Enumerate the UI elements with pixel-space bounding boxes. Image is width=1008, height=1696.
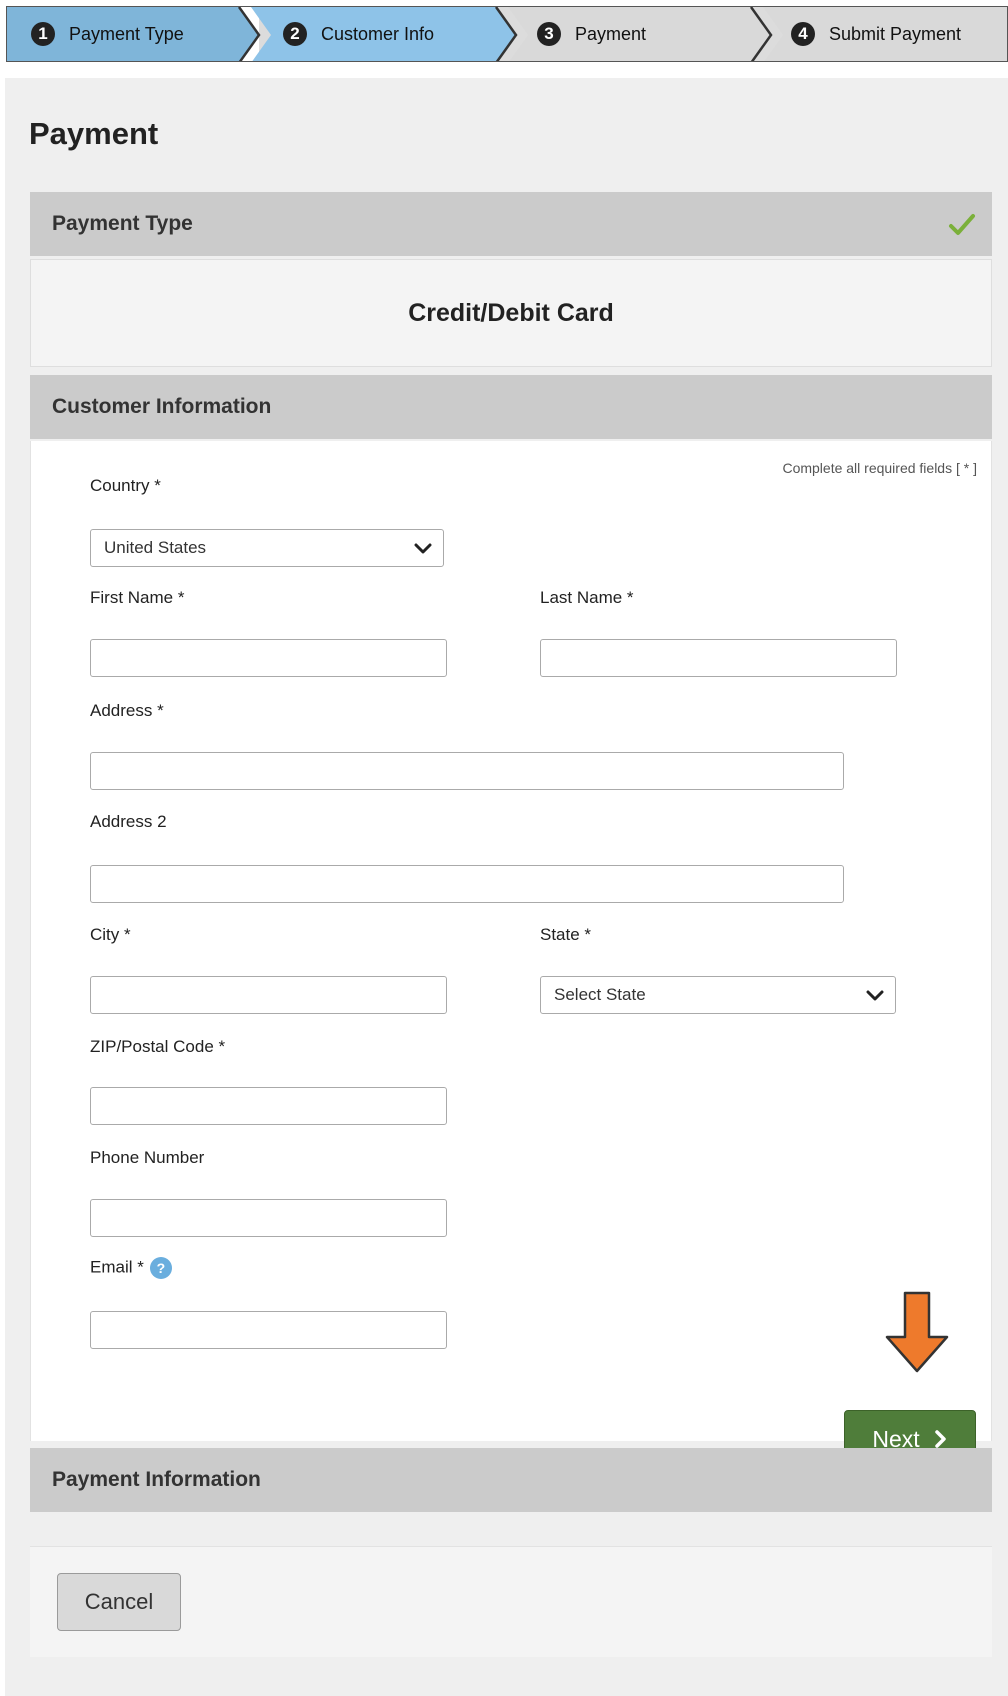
arrow-down-icon — [885, 1291, 949, 1373]
step-payment: 3 Payment — [537, 7, 646, 61]
payment-type-summary: Credit/Debit Card — [30, 259, 992, 367]
cancel-button[interactable]: Cancel — [57, 1573, 181, 1631]
payment-page: Payment Payment Type Credit/Debit Card C… — [5, 78, 1008, 1696]
country-label: Country * — [90, 476, 161, 495]
section-title: Payment Information — [52, 1468, 261, 1491]
state-selected-value: Select State — [554, 985, 646, 1004]
zip-input[interactable] — [90, 1087, 447, 1125]
help-icon[interactable]: ? — [149, 1257, 172, 1279]
phone-input[interactable] — [90, 1199, 447, 1237]
section-title: Payment Type — [52, 212, 193, 235]
step-number: 3 — [537, 22, 561, 46]
country-select[interactable]: United States — [90, 529, 444, 567]
city-input[interactable] — [90, 976, 447, 1014]
step-number: 1 — [31, 22, 55, 46]
state-label: State * — [540, 925, 592, 944]
address-label: Address * — [90, 701, 164, 720]
first-name-label: First Name * — [90, 588, 185, 607]
email-label: Email *? — [90, 1257, 172, 1279]
step-wizard: 1 Payment Type 2 Customer Info 3 Payment… — [6, 6, 1008, 62]
email-input[interactable] — [90, 1311, 447, 1349]
step-label: Customer Info — [321, 23, 435, 44]
step-label: Payment Type — [69, 23, 184, 44]
step-label: Payment — [575, 23, 647, 44]
phone-label: Phone Number — [90, 1148, 205, 1167]
chevron-down-icon — [414, 543, 432, 554]
payment-info-header[interactable]: Payment Information — [30, 1448, 992, 1512]
selected-payment-type: Credit/Debit Card — [408, 298, 614, 327]
address2-input[interactable] — [90, 865, 844, 903]
chevron-down-icon — [866, 990, 884, 1001]
last-name-input[interactable] — [540, 639, 897, 677]
payment-type-header[interactable]: Payment Type — [30, 192, 992, 256]
check-icon — [949, 214, 975, 235]
required-fields-note: Complete all required fields [ * ] — [782, 460, 977, 476]
step-number: 2 — [283, 22, 307, 46]
zip-label: ZIP/Postal Code * — [90, 1037, 226, 1056]
step-number: 4 — [791, 22, 815, 46]
country-selected-value: United States — [104, 538, 207, 557]
email-label-text: Email * — [90, 1257, 144, 1277]
city-label: City * — [90, 925, 131, 944]
chevron-right-icon — [934, 1430, 946, 1448]
address2-label: Address 2 — [90, 812, 167, 831]
customer-info-form: Complete all required fields [ * ] Count… — [30, 441, 992, 1468]
customer-info-header[interactable]: Customer Information — [30, 375, 992, 439]
step-label: Submit Payment — [829, 23, 962, 44]
form-footer: Cancel — [30, 1546, 992, 1657]
page-title: Payment — [29, 116, 159, 151]
state-select[interactable]: Select State — [540, 976, 896, 1014]
first-name-input[interactable] — [90, 639, 447, 677]
step-customer-info[interactable]: 2 Customer Info — [283, 7, 434, 61]
address-input[interactable] — [90, 752, 844, 790]
section-title: Customer Information — [52, 395, 272, 418]
step-payment-type[interactable]: 1 Payment Type — [31, 7, 184, 61]
last-name-label: Last Name * — [540, 588, 634, 607]
step-submit-payment: 4 Submit Payment — [791, 7, 961, 61]
